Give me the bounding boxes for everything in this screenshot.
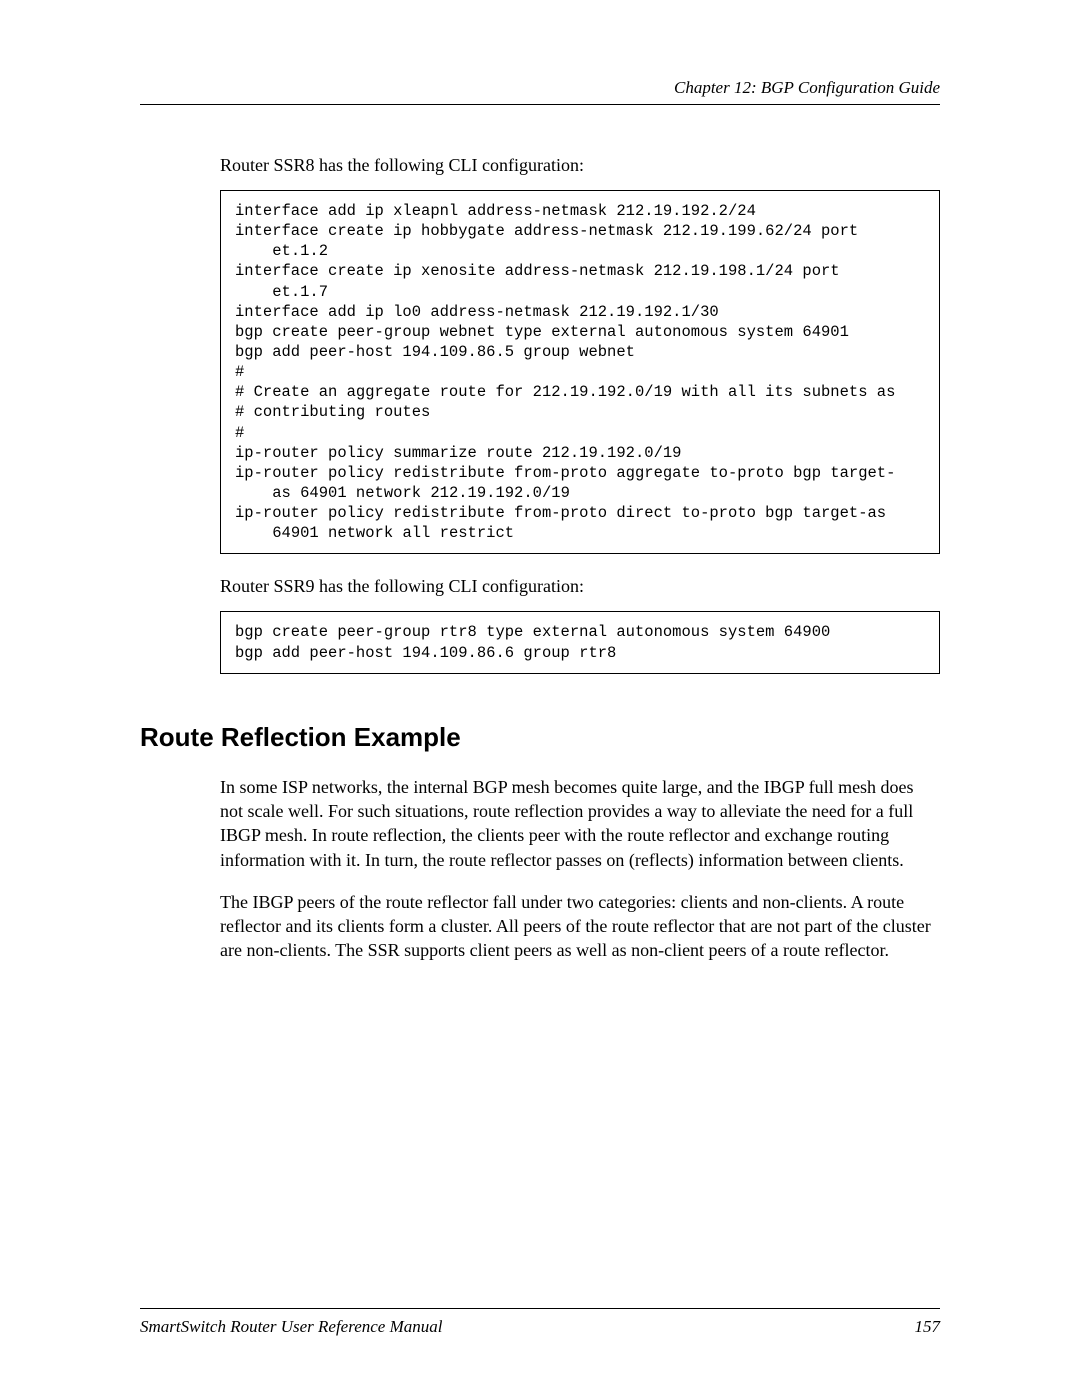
- chapter-title: Chapter 12: BGP Configuration Guide: [674, 78, 940, 97]
- section-para-2: The IBGP peers of the route reflector fa…: [220, 890, 940, 963]
- page-number: 157: [915, 1317, 941, 1337]
- intro-ssr8: Router SSR8 has the following CLI config…: [220, 155, 940, 176]
- page: Chapter 12: BGP Configuration Guide Rout…: [0, 0, 1080, 1397]
- intro-ssr9: Router SSR9 has the following CLI config…: [220, 576, 940, 597]
- manual-title: SmartSwitch Router User Reference Manual: [140, 1317, 442, 1337]
- chapter-header: Chapter 12: BGP Configuration Guide: [140, 78, 940, 105]
- section-heading: Route Reflection Example: [140, 722, 940, 753]
- code-block-ssr8: interface add ip xleapnl address-netmask…: [220, 190, 940, 554]
- section-para-1: In some ISP networks, the internal BGP m…: [220, 775, 940, 872]
- page-footer: SmartSwitch Router User Reference Manual…: [140, 1308, 940, 1337]
- code-block-ssr9: bgp create peer-group rtr8 type external…: [220, 611, 940, 673]
